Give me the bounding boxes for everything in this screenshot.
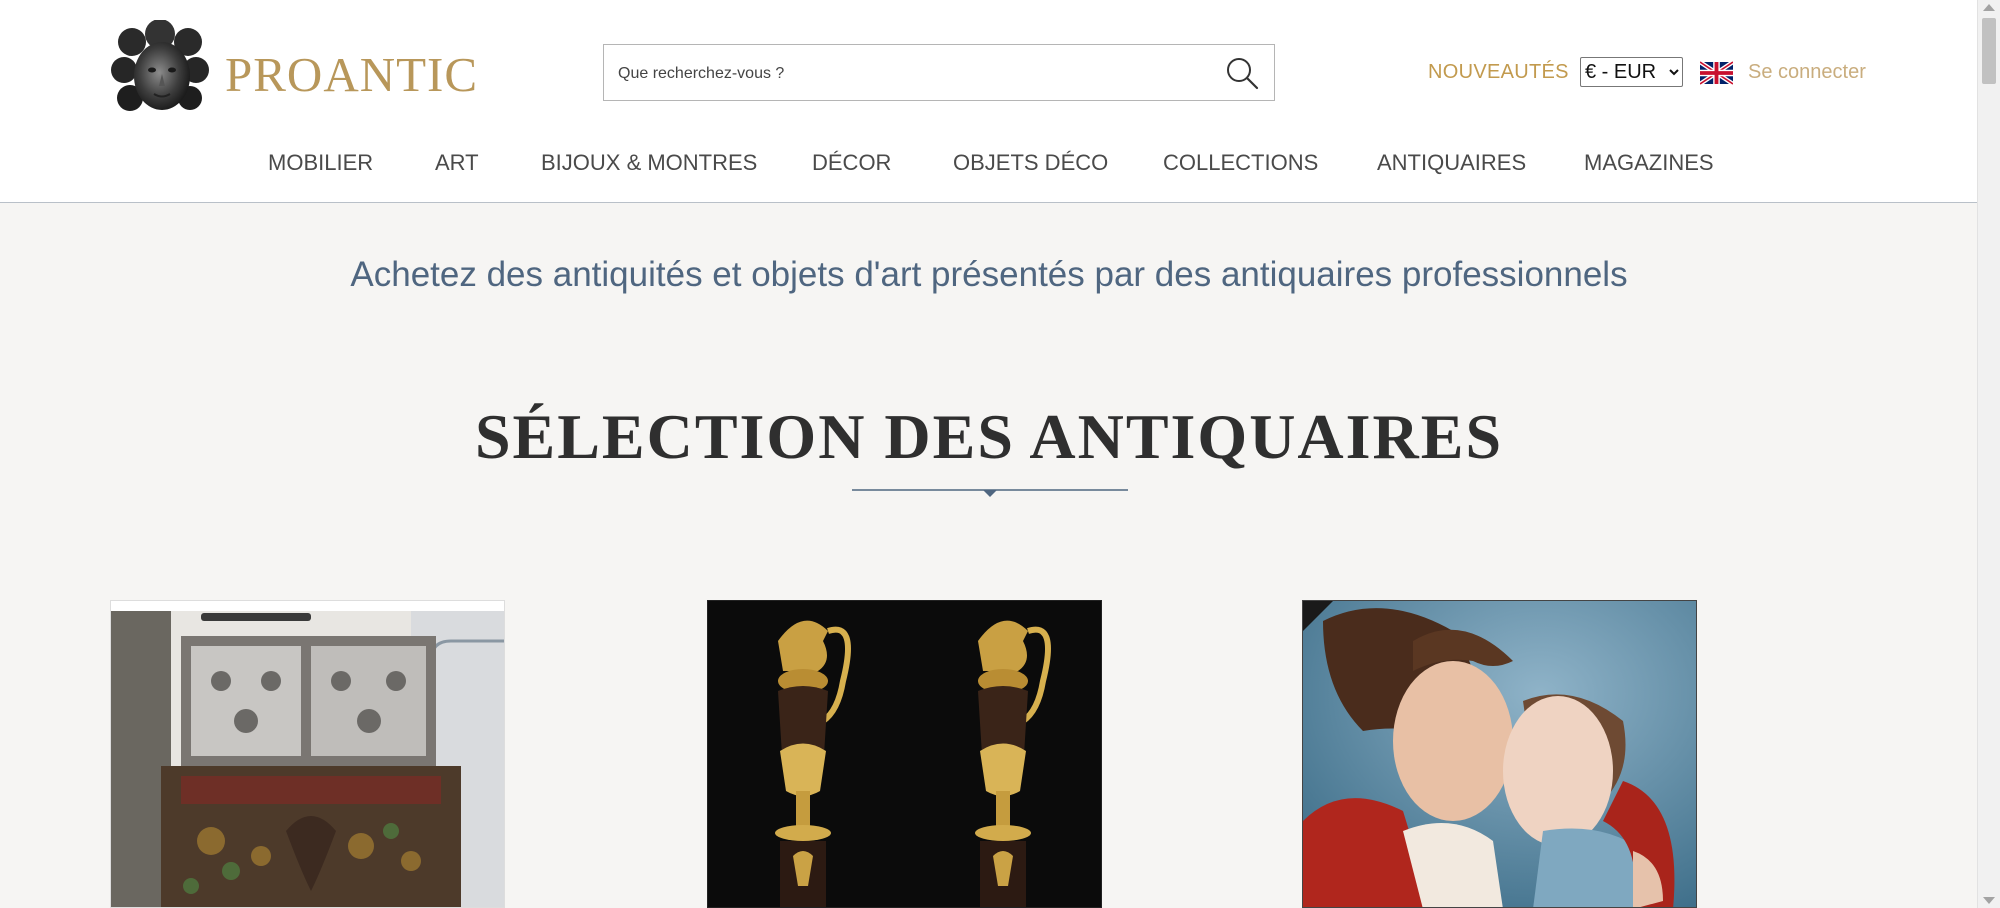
- uk-flag-icon[interactable]: [1700, 61, 1733, 85]
- page-scrollbar[interactable]: [1977, 0, 2000, 908]
- section-title: SÉLECTION DES ANTIQUAIRES: [474, 401, 1504, 472]
- scrollbar-thumb[interactable]: [1982, 18, 1996, 84]
- nav-item-antiquaires[interactable]: ANTIQUAIRES: [1377, 150, 1526, 176]
- nav-item-decor[interactable]: DÉCOR: [812, 150, 891, 176]
- nav-item-mobilier[interactable]: MOBILIER: [268, 150, 373, 176]
- product-card-painting[interactable]: [1302, 600, 1697, 908]
- product-image: [708, 601, 1101, 907]
- main-nav: MOBILIER ART BIJOUX & MONTRES DÉCOR OBJE…: [0, 150, 1978, 180]
- product-image: [1303, 601, 1696, 907]
- new-arrivals-link[interactable]: NOUVEAUTÉS: [1428, 61, 1569, 84]
- nav-item-objets-deco[interactable]: OBJETS DÉCO: [953, 150, 1108, 176]
- nav-item-bijoux-montres[interactable]: BIJOUX & MONTRES: [541, 150, 757, 176]
- product-card-chest[interactable]: [110, 600, 505, 908]
- section-divider: [852, 489, 1128, 497]
- nav-item-magazines[interactable]: MAGAZINES: [1584, 150, 1714, 176]
- scroll-down-arrow-icon[interactable]: [1983, 897, 1995, 904]
- product-card-ewers[interactable]: [707, 600, 1102, 908]
- search-icon[interactable]: [1224, 55, 1260, 91]
- site-logo[interactable]: PROANTIC: [110, 20, 477, 125]
- currency-select[interactable]: € - EUR: [1580, 57, 1683, 87]
- scroll-up-arrow-icon[interactable]: [1983, 4, 1995, 11]
- product-image: [111, 601, 504, 907]
- search-bar: [603, 44, 1275, 102]
- nav-item-art[interactable]: ART: [435, 150, 479, 176]
- tagline: Achetez des antiquités et objets d'art p…: [350, 255, 1628, 294]
- site-header: PROANTIC NOUVEAUTÉS € - EUR Se connecter…: [0, 0, 1978, 203]
- login-link[interactable]: Se connecter: [1748, 61, 1866, 84]
- logo-bust-icon: [111, 20, 209, 111]
- search-input[interactable]: [616, 45, 1200, 102]
- nav-item-collections[interactable]: COLLECTIONS: [1163, 150, 1318, 176]
- logo-text: PROANTIC: [225, 47, 479, 102]
